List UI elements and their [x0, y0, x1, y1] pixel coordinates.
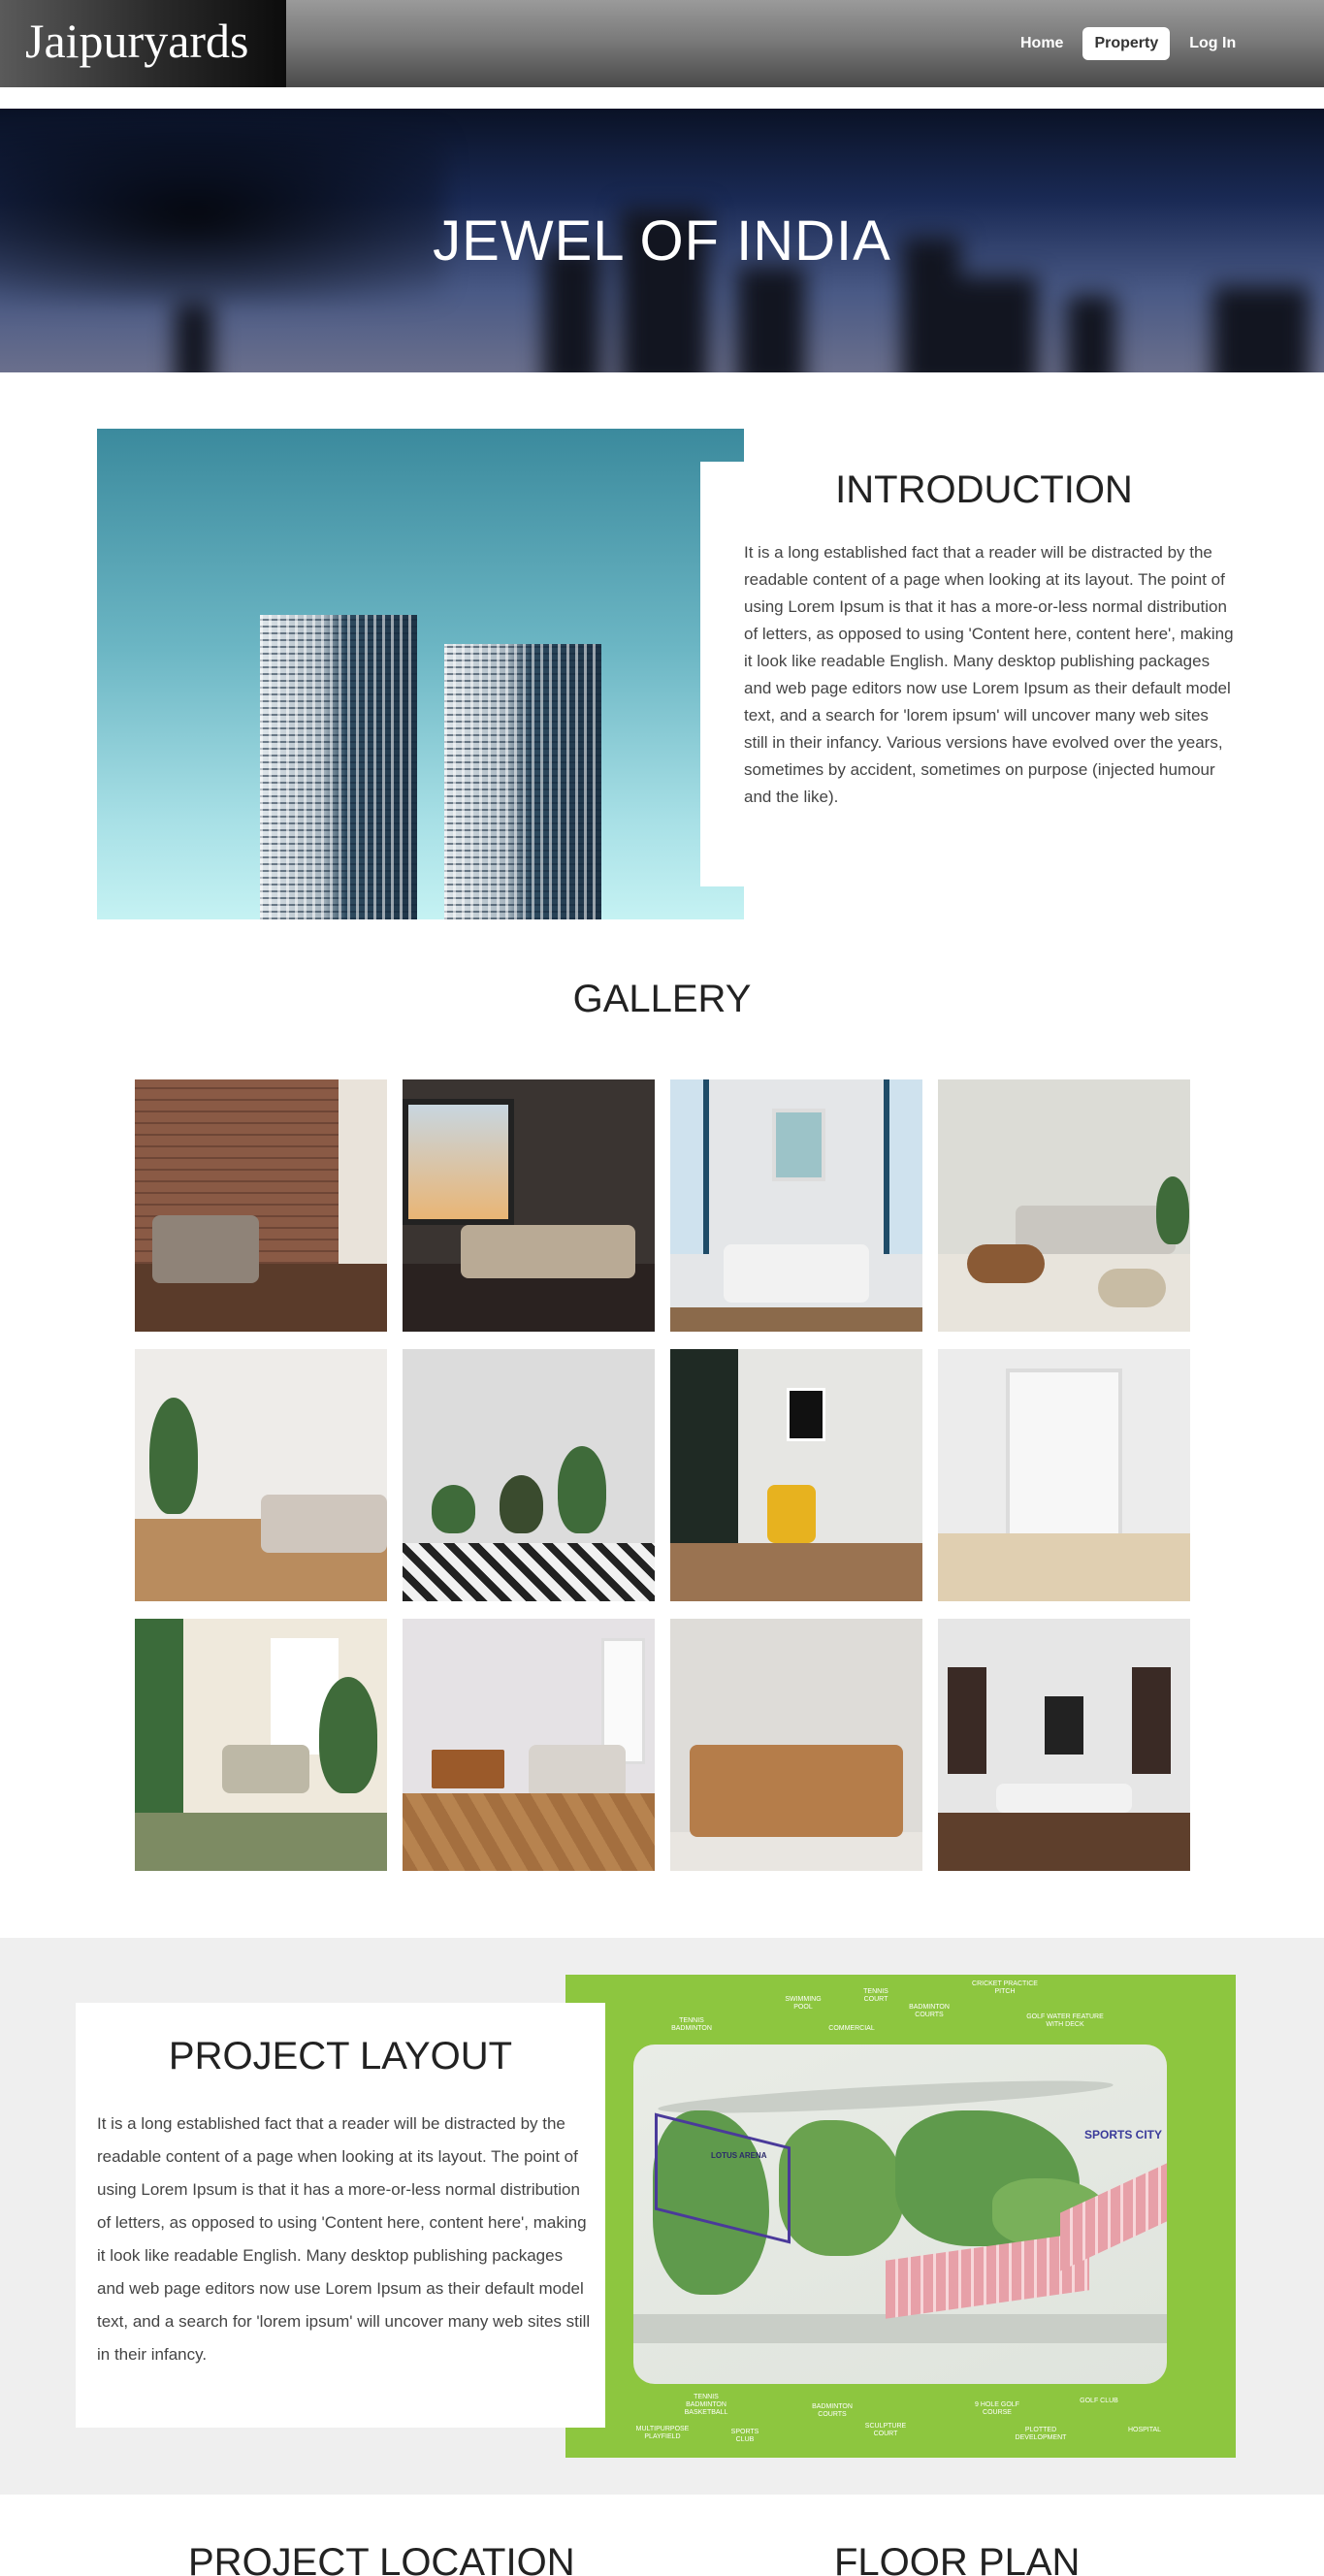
project-layout-title: PROJECT LAYOUT — [168, 2035, 513, 2077]
map-label: SCULPTURE COURT — [864, 2423, 907, 2437]
floor-plan-title: FLOOR PLAN — [834, 2541, 1081, 2576]
map-label: CRICKET PRACTICE PITCH — [972, 1980, 1038, 1995]
project-location-title: PROJECT LOCATION — [188, 2541, 575, 2576]
introduction-card: INTRODUCTION It is a long established fa… — [700, 462, 1243, 886]
map-label: MULTIPURPOSE PLAYFIELD — [635, 2426, 690, 2440]
gallery-image-4[interactable] — [938, 1079, 1190, 1332]
tower-right — [444, 644, 601, 919]
map-label: SWIMMING POOL — [785, 1996, 822, 2011]
map-label: 9 HOLE GOLF COURSE — [975, 2401, 1019, 2416]
gallery-image-5[interactable] — [135, 1349, 387, 1601]
map-label: TENNIS BADMINTON BASKETBALL — [684, 2394, 728, 2416]
project-layout-map[interactable]: SPORTS CITY LOTUS ARENA TENNIS BADMINTON… — [565, 1975, 1236, 2458]
hero-banner: JEWEL OF INDIA — [0, 109, 1324, 372]
nav-login-link[interactable]: Log In — [1178, 27, 1247, 60]
gallery-image-6[interactable] — [403, 1349, 655, 1601]
nav-links: Home Property Log In — [1009, 27, 1247, 60]
gallery-image-3[interactable] — [670, 1079, 922, 1332]
map-label: TENNIS BADMINTON — [671, 2017, 712, 2032]
map-label: TENNIS COURT — [863, 1988, 888, 2003]
hero-title: JEWEL OF INDIA — [433, 209, 891, 273]
map-label: PLOTTED DEVELOPMENT — [1015, 2427, 1067, 2441]
map-label: BADMINTON COURTS — [812, 2403, 853, 2418]
gallery-image-7[interactable] — [670, 1349, 922, 1601]
introduction-image — [97, 429, 744, 919]
map-label: HOSPITAL — [1127, 2427, 1162, 2433]
gallery-title: GALLERY — [572, 978, 752, 1020]
gallery-image-10[interactable] — [403, 1619, 655, 1871]
map-label: BADMINTON COURTS — [909, 2004, 950, 2018]
gallery-image-8[interactable] — [938, 1349, 1190, 1601]
map-brand: SPORTS CITY — [1084, 2128, 1163, 2141]
map-label: GOLF CLUB — [1080, 2398, 1118, 2404]
gallery-image-12[interactable] — [938, 1619, 1190, 1871]
brand-logo[interactable]: Jaipuryards — [0, 0, 286, 87]
project-layout-card: PROJECT LAYOUT It is a long established … — [76, 2003, 605, 2428]
map-label: GOLF WATER FEATURE WITH DECK — [1026, 2013, 1104, 2028]
nav-property-link[interactable]: Property — [1082, 27, 1171, 60]
project-layout-text: It is a long established fact that a rea… — [97, 2114, 591, 2364]
tower-left — [260, 615, 417, 919]
introduction-title: INTRODUCTION — [835, 468, 1133, 511]
map-label: SPORTS CLUB — [730, 2429, 759, 2443]
navbar: Jaipuryards Home Property Log In — [0, 0, 1324, 87]
gallery-image-11[interactable] — [670, 1619, 922, 1871]
gallery-image-1[interactable] — [135, 1079, 387, 1332]
map-arena-label: LOTUS ARENA — [711, 2151, 767, 2160]
map-label: COMMERCIAL — [828, 2025, 875, 2032]
gallery-image-9[interactable] — [135, 1619, 387, 1871]
gallery-image-2[interactable] — [403, 1079, 655, 1332]
introduction-text: It is a long established fact that a rea… — [744, 543, 1234, 806]
nav-home-link[interactable]: Home — [1009, 27, 1075, 60]
